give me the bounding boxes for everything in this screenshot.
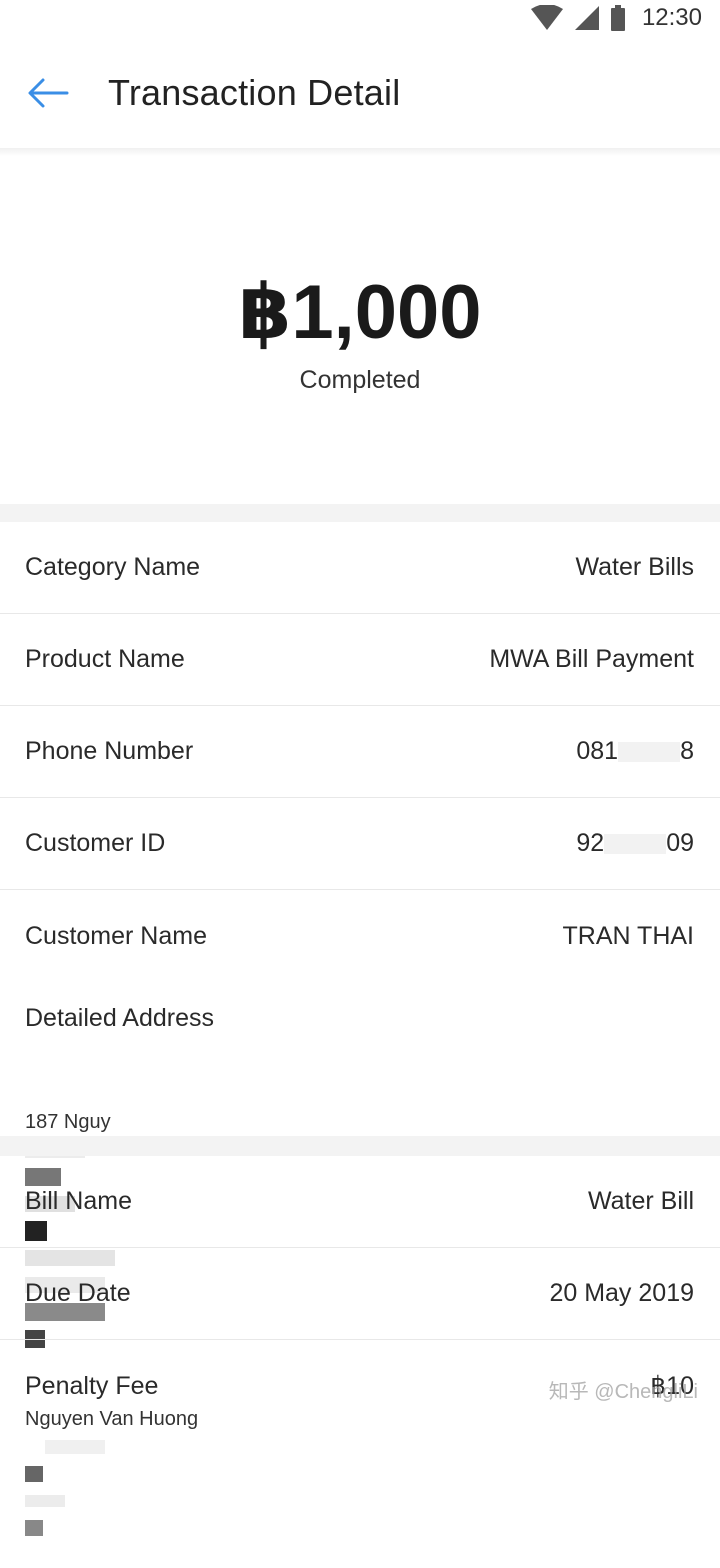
detail-value-masked: 92 09 [576,829,694,858]
detail-label: Bill Name [25,1187,132,1215]
redaction [618,742,681,763]
detail-value: Water Bill [587,1187,694,1215]
customer-id-suffix: 09 [666,829,694,857]
signal-icon [574,5,600,31]
watermark: 知乎 @ChengliLi [548,1381,698,1403]
detail-label: Phone Number [25,737,194,765]
detail-row-product: Product Name MWA Bill Payment [0,614,720,706]
detail-value: Water Bills [575,553,694,581]
detail-label: Category Name [25,553,201,581]
status-time: 12:30 [641,4,702,31]
detail-row-customer-name: Customer Name TRAN THAI [0,890,720,982]
transaction-amount: ฿1,000 [238,270,482,355]
arrow-left-icon [28,78,69,108]
detail-row-phone: Phone Number 081 8 [0,706,720,798]
detail-value-masked: 081 8 [576,737,694,766]
header-divider [0,148,720,156]
back-button[interactable] [18,63,78,123]
redaction [25,1519,43,1536]
address-block: Detailed Address 187 Nguy Nguyen Van Huo… [0,980,720,1536]
battery-icon [610,5,626,31]
detail-row-customer-id: Customer ID 92 09 [0,798,720,890]
amount-summary: ฿1,000 Completed [0,156,720,504]
bill-row-due-date: Due Date 20 May 2019 [0,1248,720,1340]
transaction-status: Completed [299,366,421,394]
phone-suffix: 8 [680,737,694,765]
redaction [45,1439,105,1454]
detail-value: TRAN THAI [562,921,695,950]
bill-row-name: Bill Name Water Bill [0,1156,720,1248]
detail-value: 20 May 2019 [549,1279,694,1307]
customer-id-prefix: 92 [576,829,605,857]
address-label: Detailed Address [25,1004,215,1032]
detail-label: Product Name [25,645,185,673]
detail-label: Due Date [25,1279,131,1307]
redaction [604,834,667,855]
page-title: Transaction Detail [108,72,401,113]
wifi-icon [530,5,564,31]
redaction [25,1465,43,1482]
app-bar: Transaction Detail [0,36,720,150]
status-bar: 12:30 [0,0,720,36]
detail-label: Customer ID [25,829,166,857]
detail-label: Penalty Fee [25,1371,159,1400]
detail-row-category: Category Name Water Bills [0,522,720,614]
redaction [25,1494,65,1507]
phone-prefix: 081 [576,737,619,765]
detail-label: Customer Name [25,921,207,950]
detail-value: MWA Bill Payment [489,645,694,673]
section-divider [0,504,720,522]
section-divider [0,1136,720,1156]
